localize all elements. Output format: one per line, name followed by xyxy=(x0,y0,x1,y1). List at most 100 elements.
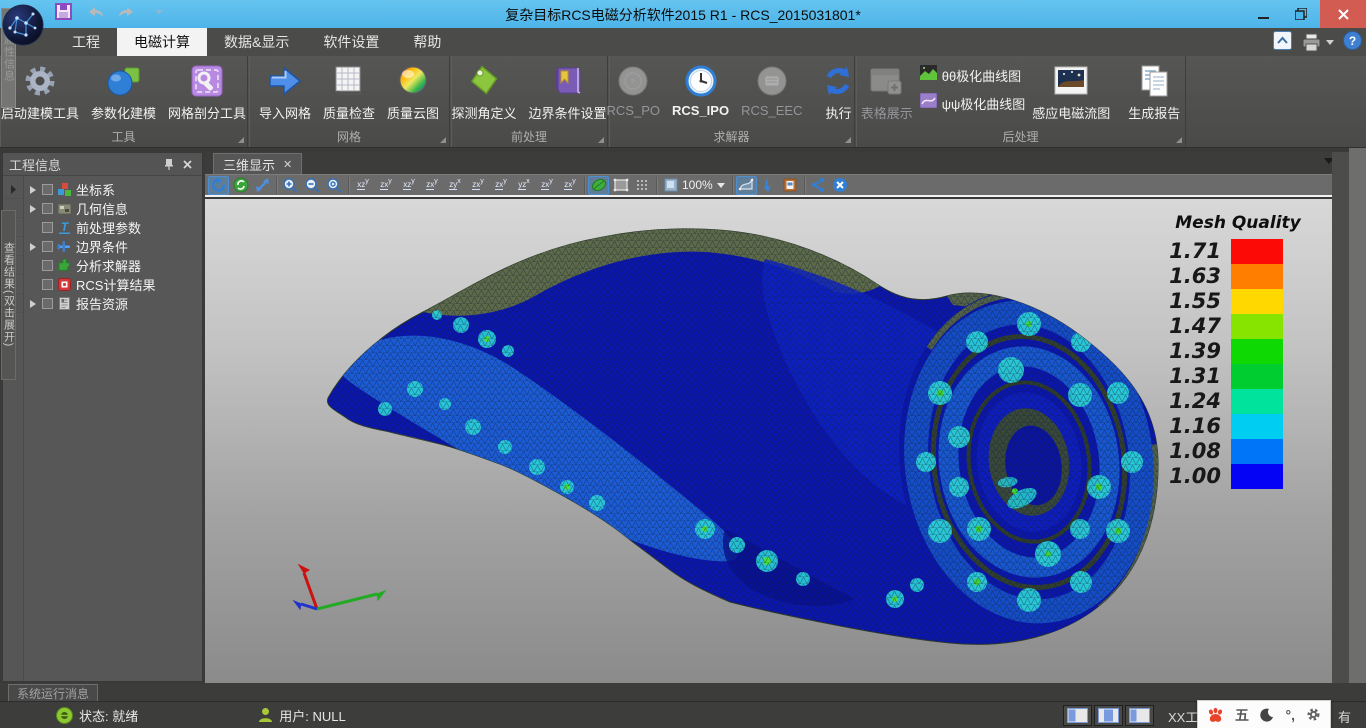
import-mesh-button[interactable]: 导入网格 xyxy=(254,59,316,124)
group-dialog-launcher[interactable] xyxy=(1176,137,1182,143)
group-dialog-launcher[interactable] xyxy=(598,137,604,143)
rcs-po-button[interactable]: RCS_PO xyxy=(602,59,665,120)
induced-current-map-button[interactable]: 感应电磁流图 xyxy=(1027,59,1115,124)
view-preset-button-4[interactable]: zxy xyxy=(421,176,443,195)
tree-item-analysis-solver[interactable]: 分析求解器 xyxy=(24,256,202,275)
ime-wubi-mode[interactable]: 五 xyxy=(1235,705,1249,725)
execute-button[interactable]: 执行 xyxy=(815,59,861,124)
tree-item-report-resources[interactable]: 报告资源 xyxy=(24,294,202,313)
checkbox[interactable] xyxy=(42,241,53,252)
ime-punctuation-mode[interactable]: °, xyxy=(1286,707,1296,723)
psi-polarization-curve-button[interactable]: ψψ极化曲线图 xyxy=(920,93,1026,113)
tree-item-coordinate-system[interactable]: 坐标系 xyxy=(24,180,202,199)
tree-item-rcs-results[interactable]: RCS计算结果 xyxy=(24,275,202,294)
table-display-button[interactable]: 表格展示 xyxy=(856,59,918,124)
zoom-fit-button[interactable] xyxy=(324,176,345,195)
rcs-ipo-button[interactable]: RCS_IPO xyxy=(667,59,734,120)
view-preset-button-6[interactable]: zxy xyxy=(467,176,489,195)
chevron-down-icon xyxy=(717,183,725,188)
view-preset-button-2[interactable]: zxy xyxy=(375,176,397,195)
tree-item-boundary-conditions[interactable]: 边界条件 xyxy=(24,237,202,256)
print-preview-button[interactable] xyxy=(1301,33,1334,53)
close-button[interactable] xyxy=(1320,0,1366,28)
quality-check-button[interactable]: 质量检查 xyxy=(318,59,380,124)
group-dialog-launcher[interactable] xyxy=(845,137,851,143)
zoom-level-value: 100% xyxy=(682,178,713,192)
pin-panel-button[interactable] xyxy=(160,156,178,172)
generate-report-button[interactable]: 生成报告 xyxy=(1123,59,1185,124)
ribbon-tab-settings[interactable]: 软件设置 xyxy=(306,28,396,56)
ime-moon-icon[interactable] xyxy=(1260,708,1274,722)
quality-cloud-button[interactable]: 质量云图 xyxy=(382,59,444,124)
layout-right-panel-button[interactable] xyxy=(1125,705,1154,726)
layout-center-panel-button[interactable] xyxy=(1094,705,1123,726)
share-view-button[interactable] xyxy=(808,176,829,195)
rcs-eec-button[interactable]: RCS_EEC xyxy=(736,59,807,120)
expand-arrow-icon[interactable] xyxy=(28,205,38,213)
close-panel-button[interactable] xyxy=(178,156,196,172)
shaded-view-button[interactable] xyxy=(588,176,609,195)
ime-logo-paw-icon[interactable] xyxy=(1207,707,1224,723)
wireframe-view-button[interactable] xyxy=(610,176,631,195)
cancel-button[interactable] xyxy=(830,176,851,195)
ribbon-tab-project[interactable]: 工程 xyxy=(55,28,117,56)
zoom-level-combo[interactable]: 100% xyxy=(660,176,729,195)
app-logo[interactable] xyxy=(2,4,44,46)
rotate-view-button[interactable] xyxy=(208,176,229,195)
view-preset-button-5[interactable]: zyx xyxy=(444,176,466,195)
zoom-out-button[interactable] xyxy=(302,176,323,195)
group-dialog-launcher[interactable] xyxy=(238,137,244,143)
view-preset-button-7[interactable]: zxy xyxy=(490,176,512,195)
expand-arrow-icon[interactable] xyxy=(28,186,38,194)
report-pages-icon xyxy=(1136,61,1172,101)
pan-view-button[interactable] xyxy=(252,176,273,195)
minimize-icon xyxy=(1258,9,1269,20)
legend-swatch xyxy=(1231,464,1283,489)
view-preset-button-1[interactable]: xzy xyxy=(352,176,374,195)
collapse-ribbon-button[interactable] xyxy=(1273,31,1292,55)
system-message-tab[interactable]: 系统运行消息 xyxy=(8,684,98,701)
layout-left-panel-button[interactable] xyxy=(1063,705,1092,726)
boundary-condition-button[interactable]: 边界条件设置 xyxy=(524,59,612,124)
side-tab-view-results[interactable]: 查看结果(双击展开) xyxy=(1,210,16,380)
view-preset-button-10[interactable]: zxy xyxy=(559,176,581,195)
ime-settings-gear-icon[interactable] xyxy=(1306,707,1321,722)
zoom-in-button[interactable] xyxy=(280,176,301,195)
parametric-modeling-button[interactable]: 参数化建模 xyxy=(86,59,161,124)
probe-angle-define-button[interactable]: 探测角定义 xyxy=(446,59,521,124)
ribbon-tab-help[interactable]: 帮助 xyxy=(396,28,458,56)
group-label-mesh: 网格 xyxy=(337,130,361,144)
sync-arrows-icon xyxy=(820,61,856,101)
help-button[interactable]: ? xyxy=(1343,31,1362,55)
checkbox[interactable] xyxy=(42,260,53,271)
copy-image-button[interactable] xyxy=(780,176,801,195)
checkbox[interactable] xyxy=(42,222,53,233)
ribbon-tab-em-computation[interactable]: 电磁计算 xyxy=(117,28,207,56)
checkbox[interactable] xyxy=(42,279,53,290)
ribbon-tab-data-display[interactable]: 数据&显示 xyxy=(207,28,306,56)
tab-3d-display[interactable]: 三维显示 ✕ xyxy=(213,153,302,174)
download-view-button[interactable] xyxy=(758,176,779,195)
view-preset-button-8[interactable]: yzx xyxy=(513,176,535,195)
expand-arrow-icon[interactable] xyxy=(28,243,38,251)
legend-row: 1.08 xyxy=(1163,439,1313,464)
view-preset-button-3[interactable]: xzy xyxy=(398,176,420,195)
tab-close-icon[interactable]: ✕ xyxy=(283,158,292,171)
surface-select-button[interactable] xyxy=(736,176,757,195)
tree-item-preprocess-params[interactable]: T 前处理参数 xyxy=(24,218,202,237)
checkbox[interactable] xyxy=(42,203,53,214)
minimize-button[interactable] xyxy=(1244,0,1282,28)
viewport-3d[interactable]: Mesh Quality 1.71 1.63 1.55 1.47 1.39 1.… xyxy=(205,199,1332,683)
view-preset-button-9[interactable]: zxy xyxy=(536,176,558,195)
points-view-button[interactable] xyxy=(632,176,653,195)
checkbox[interactable] xyxy=(42,298,53,309)
group-dialog-launcher[interactable] xyxy=(440,137,446,143)
restore-button[interactable] xyxy=(1282,0,1320,28)
expand-arrow-icon[interactable] xyxy=(28,300,38,308)
tree-item-geometry-info[interactable]: 几何信息 xyxy=(24,199,202,218)
checkbox[interactable] xyxy=(42,184,53,195)
mesh-partition-tool-button[interactable]: 网格剖分工具 xyxy=(163,59,251,124)
refresh-view-button[interactable] xyxy=(230,176,251,195)
zoom-box-icon xyxy=(664,178,678,192)
theta-polarization-curve-button[interactable]: θθ极化曲线图 xyxy=(920,65,1026,85)
